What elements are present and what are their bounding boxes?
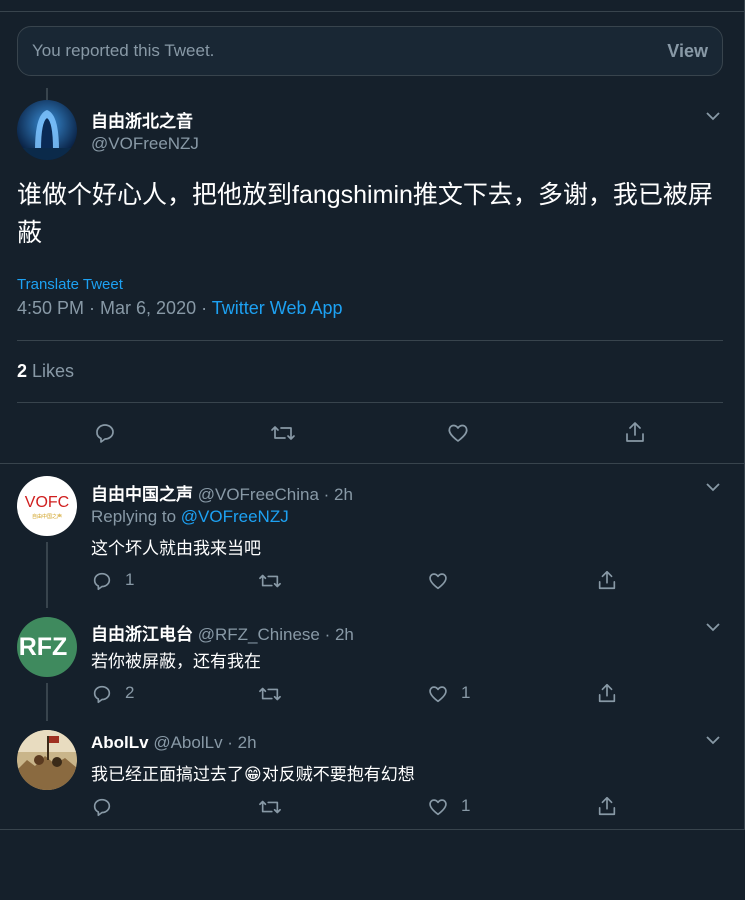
handle-time: @RFZ_Chinese · 2h [193, 625, 354, 644]
reply-icon[interactable] [91, 796, 113, 818]
share-icon[interactable] [596, 569, 618, 591]
replying-to-link[interactable]: @VOFreeNZJ [181, 507, 289, 526]
like-icon[interactable] [446, 421, 470, 445]
retweet-icon[interactable] [258, 683, 282, 705]
likes-label: Likes [27, 361, 75, 381]
share-icon[interactable] [596, 682, 618, 704]
display-name: AbolLv [91, 733, 149, 752]
divider [17, 402, 723, 403]
share-icon[interactable] [596, 795, 618, 817]
share-icon[interactable] [623, 420, 647, 444]
translate-tweet-link[interactable]: Translate Tweet [17, 276, 123, 293]
avatar-logo-text: VOFC [24, 494, 70, 511]
display-name[interactable]: 自由浙北之音 [91, 107, 193, 132]
reported-notice-text: You reported this Tweet. [32, 41, 215, 60]
reply-icon[interactable] [91, 683, 113, 705]
handle-time: @VOFreeChina · 2h [193, 485, 353, 504]
divider [17, 340, 723, 341]
likes-number: 2 [17, 361, 28, 381]
replying-to-prefix: Replying to [91, 507, 181, 526]
like-icon[interactable] [427, 683, 449, 705]
display-name: 自由中国之声 [91, 485, 193, 504]
chevron-down-icon[interactable] [705, 479, 721, 500]
avatar[interactable]: RFZ [17, 617, 77, 677]
top-divider [0, 11, 745, 12]
retweet-icon[interactable] [258, 570, 282, 592]
tweet-time[interactable]: 4:50 PM · Mar 6, 2020 · [17, 298, 212, 318]
replying-to: Replying to @VOFreeNZJ [91, 507, 289, 527]
retweet-icon[interactable] [258, 796, 282, 818]
avatar[interactable]: VOFC 自由中国之声 [17, 476, 77, 536]
avatar-logo-subtext: 自由中国之声 [31, 514, 62, 520]
reply-text: 若你被屏蔽，还有我在 [91, 652, 261, 671]
reply-count: 2 [125, 683, 135, 702]
likes-count[interactable]: 2 Likes [17, 361, 74, 382]
reply-count: 1 [125, 570, 135, 589]
tweet-text: 谁做个好心人，把他放到fangshimin推文下去，多谢，我已被屏蔽 [17, 181, 713, 247]
empty-area [0, 830, 745, 900]
reply-header[interactable]: 自由中国之声 @VOFreeChina · 2h [91, 480, 353, 505]
thread-line [46, 542, 48, 608]
reply-icon[interactable] [93, 421, 117, 445]
chevron-down-icon[interactable] [705, 619, 721, 640]
chevron-down-icon[interactable] [705, 732, 721, 753]
reply-text: 这个坏人就由我来当吧 [91, 539, 261, 558]
handle-time: @AbolLv · 2h [148, 733, 257, 752]
like-icon[interactable] [427, 796, 449, 818]
reply-text: 我已经正面搞过去了😁对反贼不要抱有幻想 [91, 765, 415, 784]
view-button[interactable]: View [667, 41, 708, 62]
like-count: 1 [461, 796, 471, 815]
retweet-icon[interactable] [270, 421, 296, 445]
avatar[interactable] [17, 730, 77, 790]
avatar[interactable] [17, 100, 77, 160]
reported-notice: You reported this Tweet. View [17, 26, 723, 76]
like-icon[interactable] [427, 570, 449, 592]
tweet-source-link[interactable]: Twitter Web App [212, 298, 343, 318]
avatar-logo-text: RFZ [18, 633, 68, 661]
display-name: 自由浙江电台 [91, 625, 193, 644]
tweet-meta: 4:50 PM · Mar 6, 2020 · Twitter Web App [17, 298, 343, 319]
reply-header[interactable]: AbolLv @AbolLv · 2h [91, 733, 257, 753]
reply-header[interactable]: 自由浙江电台 @RFZ_Chinese · 2h [91, 620, 354, 645]
reply-icon[interactable] [91, 570, 113, 592]
handle[interactable]: @VOFreeNZJ [91, 134, 199, 154]
divider [0, 463, 745, 464]
chevron-down-icon[interactable] [705, 108, 721, 129]
like-count: 1 [461, 683, 471, 702]
thread-line [46, 683, 48, 721]
thread-line [46, 88, 48, 100]
